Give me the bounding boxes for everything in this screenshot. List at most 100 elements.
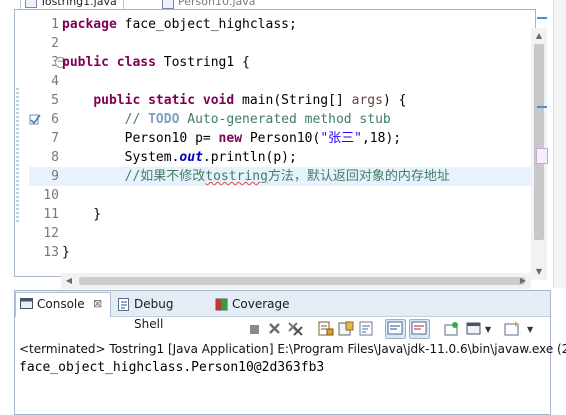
editor-tab-tostring1[interactable]: Tostring1.java bbox=[20, 0, 124, 9]
line-number: 12 bbox=[43, 226, 59, 241]
keyword: public bbox=[62, 55, 109, 70]
remove-all-terminated-icon[interactable] bbox=[286, 320, 305, 338]
java-file-icon bbox=[25, 0, 37, 8]
open-console-icon[interactable] bbox=[503, 320, 522, 338]
code-line[interactable]: 6 // TODO Auto-generated method stub bbox=[29, 110, 531, 129]
code-line[interactable]: 5 public static void main(String[] args)… bbox=[29, 91, 531, 110]
comment: // bbox=[124, 112, 149, 127]
code-line[interactable]: 1 package face_object_highclass; bbox=[29, 15, 531, 34]
keyword: public bbox=[93, 93, 141, 108]
occurrence-marker[interactable] bbox=[537, 106, 547, 108]
remove-launch-icon[interactable] bbox=[265, 320, 284, 338]
code-text: } bbox=[62, 245, 70, 260]
editor-horizontal-scrollbar[interactable]: ◀ ▶ bbox=[61, 273, 531, 289]
scroll-down-arrow-icon[interactable]: ▼ bbox=[531, 264, 547, 280]
code-segment: main(String[] bbox=[234, 93, 352, 108]
console-tab-bar: Console ⊠ Debug Shell Coverage bbox=[15, 291, 550, 331]
code-line[interactable]: 12 bbox=[29, 224, 531, 243]
code-line[interactable]: 4 bbox=[29, 72, 531, 91]
chevron-down-icon[interactable]: ▼ bbox=[485, 325, 491, 334]
line-number: 5 bbox=[51, 93, 59, 108]
console-output-text[interactable]: face_object_highclass.Person10@2d363fb3 bbox=[19, 360, 324, 375]
console-icon bbox=[20, 298, 33, 309]
string-literal: "张三" bbox=[320, 131, 362, 146]
scroll-right-arrow-icon[interactable]: ▶ bbox=[515, 273, 531, 289]
close-icon[interactable]: ⊠ bbox=[93, 293, 102, 315]
line-number: 13 bbox=[43, 245, 59, 260]
show-console-on-stderr-icon[interactable] bbox=[409, 319, 430, 339]
keyword: package bbox=[62, 17, 117, 32]
display-selected-console-icon[interactable] bbox=[465, 320, 484, 338]
warning-summary-icon[interactable] bbox=[537, 17, 547, 19]
code-line[interactable]: 11 } bbox=[29, 205, 531, 224]
java-file-icon bbox=[162, 0, 174, 9]
line-number: 2 bbox=[51, 36, 59, 51]
code-segment: face_object_highclass; bbox=[116, 17, 297, 32]
side-panel-edge bbox=[553, 0, 566, 288]
code-line[interactable]: 8 System.out.println(p); bbox=[29, 148, 531, 167]
code-text: // TODO Auto-generated method stub bbox=[62, 110, 391, 129]
line-number: 9 bbox=[51, 169, 59, 184]
spelling-error[interactable]: tostring bbox=[205, 169, 268, 184]
tab-label: Coverage bbox=[232, 297, 290, 311]
code-line-current[interactable]: 9 //如果不修改tostring方法，默认返回对象的内存地址 bbox=[29, 167, 531, 186]
scrollbar-thumb[interactable] bbox=[79, 277, 525, 285]
code-segment: Person10( bbox=[242, 131, 321, 146]
java-editor[interactable]: Tostring1.java Person10.java 1 package f… bbox=[0, 0, 566, 289]
parameter: args bbox=[351, 93, 383, 108]
code-text: package face_object_highclass; bbox=[62, 15, 297, 34]
console-toolbar: ▼ ▼ bbox=[15, 317, 550, 341]
code-segment: Person10 p= bbox=[124, 131, 219, 146]
debug-shell-icon bbox=[118, 298, 129, 311]
scroll-left-arrow-icon[interactable]: ◀ bbox=[61, 273, 77, 289]
editor-text-area[interactable]: 1 package face_object_highclass; 2 3 − p… bbox=[14, 9, 547, 289]
change-marker[interactable] bbox=[536, 148, 548, 164]
code-text: System.out.println(p); bbox=[62, 148, 297, 167]
editor-tab-label: Person10.java bbox=[178, 0, 256, 8]
code-line[interactable]: 13 } bbox=[29, 243, 531, 262]
keyword: class bbox=[116, 55, 156, 70]
editor-tab-label: Tostring1.java bbox=[40, 0, 117, 8]
code-segment: .println(p); bbox=[202, 150, 297, 165]
code-line[interactable]: 7 Person10 p= new Person10("张三",18); bbox=[29, 129, 531, 148]
scroll-lock-icon[interactable] bbox=[316, 320, 335, 338]
keyword: new bbox=[218, 131, 243, 146]
comment: //如果不修改 bbox=[124, 169, 206, 184]
chevron-down-icon[interactable]: ▼ bbox=[527, 325, 533, 334]
code-line[interactable]: 2 bbox=[29, 34, 531, 53]
code-segment: System. bbox=[124, 150, 180, 165]
tab-console[interactable]: Console ⊠ bbox=[15, 292, 111, 317]
code-segment: ,18); bbox=[361, 131, 402, 146]
code-text: public class Tostring1 { bbox=[62, 53, 250, 72]
comment: Auto-generated method stub bbox=[179, 112, 391, 127]
overview-ruler[interactable] bbox=[534, 14, 550, 264]
tab-label: Console bbox=[37, 297, 85, 311]
code-segment: Tostring1 { bbox=[155, 55, 250, 70]
pin-console-icon[interactable] bbox=[442, 320, 461, 338]
line-number: 4 bbox=[51, 74, 59, 89]
code-text: public static void main(String[] args) { bbox=[62, 91, 406, 110]
editor-tab-bar: Tostring1.java Person10.java bbox=[14, 0, 534, 9]
console-status-label: <terminated> Tostring1 [Java Application… bbox=[19, 342, 566, 356]
todo-tag: TODO bbox=[148, 112, 180, 127]
line-number: 8 bbox=[51, 150, 59, 165]
clear-console-icon[interactable] bbox=[337, 320, 356, 338]
word-wrap-icon[interactable] bbox=[358, 320, 377, 338]
code-line[interactable]: 10 bbox=[29, 186, 531, 205]
line-number: 10 bbox=[43, 188, 59, 203]
coverage-icon bbox=[215, 298, 228, 311]
line-number: 7 bbox=[51, 131, 59, 146]
code-line[interactable]: 3 − public class Tostring1 { bbox=[29, 53, 531, 72]
code-segment: ) { bbox=[382, 93, 407, 108]
console-view[interactable]: Console ⊠ Debug Shell Coverage ▼ ▼ <term… bbox=[14, 290, 566, 415]
keyword: static bbox=[148, 93, 196, 108]
code-text: Person10 p= new Person10("张三",18); bbox=[62, 129, 401, 148]
line-number: 11 bbox=[43, 207, 59, 222]
terminate-icon[interactable] bbox=[245, 320, 264, 338]
show-console-on-stdout-icon[interactable] bbox=[385, 319, 406, 339]
editor-tab-person10[interactable]: Person10.java bbox=[162, 0, 256, 9]
